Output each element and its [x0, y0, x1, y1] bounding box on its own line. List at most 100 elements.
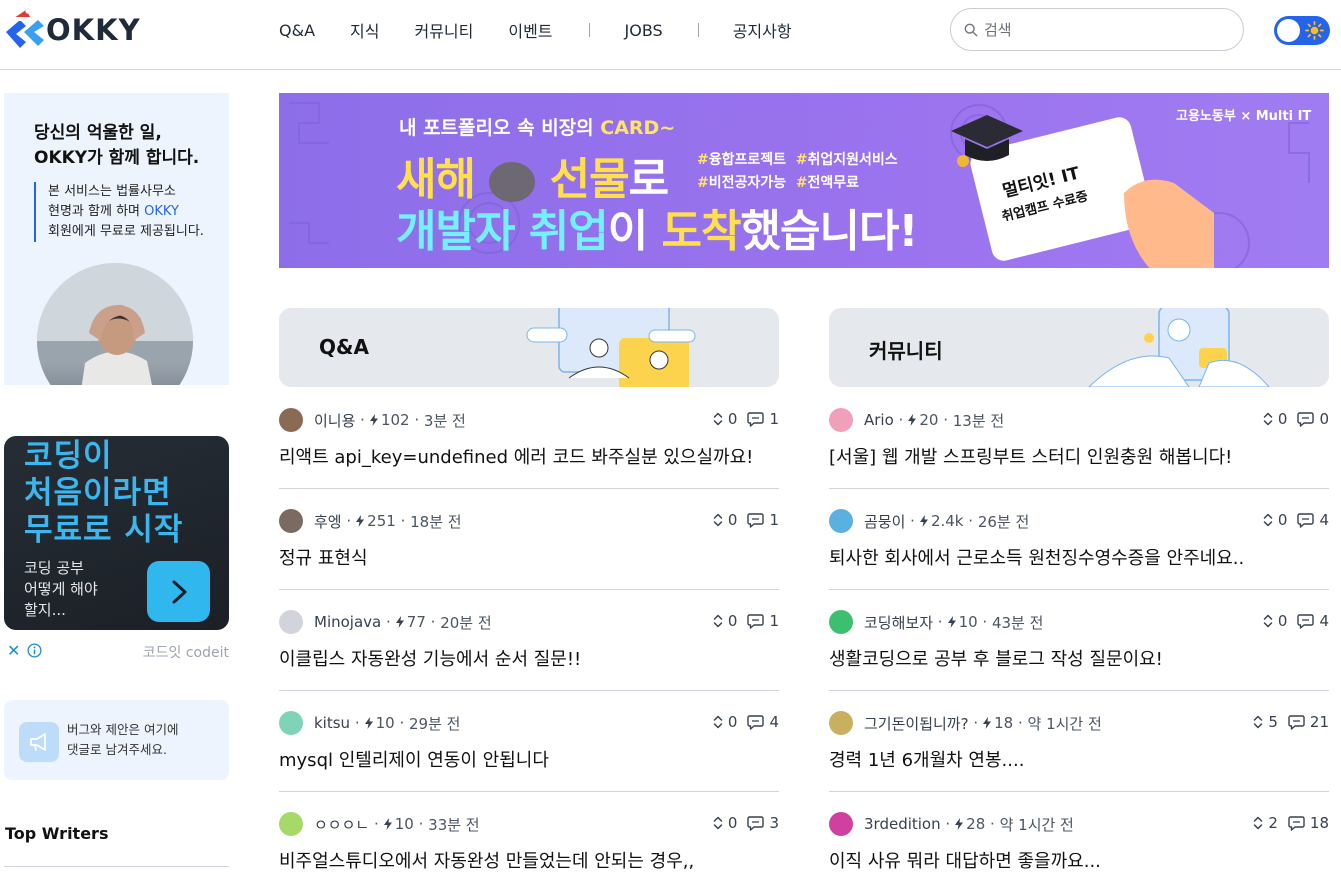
post-item[interactable]: 그기돈이됩니까? · 18 · 약 1시간 전 5 21 경력 1년 6개월차 … — [829, 691, 1329, 792]
codeit-ad[interactable]: 코딩이 처음이라면 무료로 시작 코딩 공부 어떻게 해야 할지... — [4, 436, 229, 630]
post-item[interactable]: 곰뭉이 · 2.4k · 26분 전 0 4 퇴사한 회사에서 근로소득 원천징… — [829, 489, 1329, 590]
ad-close-icon[interactable]: ✕ — [7, 641, 20, 660]
updown-arrow-icon — [713, 513, 723, 527]
graduation-cap-icon — [951, 115, 1023, 167]
theme-toggle[interactable] — [1274, 16, 1330, 45]
bolt-icon — [383, 818, 392, 830]
comment-count: 3 — [747, 814, 779, 832]
post-author[interactable]: kitsu — [314, 714, 350, 732]
comment-icon — [747, 815, 765, 831]
avatar[interactable] — [829, 509, 853, 533]
post-time: 29분 전 — [409, 714, 461, 733]
comment-icon — [1297, 411, 1315, 427]
avatar[interactable] — [829, 812, 853, 836]
post-item[interactable]: 이니용 · 102 · 3분 전 0 1 리액트 api_key=undefin… — [279, 388, 779, 489]
post-meta: 코딩해보자 · 10 · 43분 전 — [829, 610, 1043, 634]
main-nav: Q&A 지식 커뮤니티 이벤트 JOBS 공지사항 — [279, 18, 792, 42]
vote-count: 0 — [1263, 410, 1287, 428]
post-points: 10 — [958, 613, 978, 631]
ad-info-icon[interactable] — [27, 643, 42, 658]
megaphone-icon — [19, 722, 59, 762]
post-meta: Minojava · 77 · 20분 전 — [279, 610, 492, 634]
post-item[interactable]: 3rdedition · 28 · 약 1시간 전 2 18 이직 사유 뭐라 … — [829, 792, 1329, 878]
post-title[interactable]: 이직 사유 뭐라 대답하면 좋을까요... — [829, 847, 1101, 873]
post-author[interactable]: 코딩해보자 — [864, 612, 933, 633]
vote-count: 0 — [713, 814, 737, 832]
bolt-icon — [947, 616, 956, 628]
avatar[interactable] — [279, 812, 303, 836]
post-points: 10 — [375, 714, 395, 732]
nav-community[interactable]: 커뮤니티 — [414, 18, 473, 42]
post-author[interactable]: 3rdedition — [864, 815, 941, 833]
vote-count: 5 — [1253, 713, 1278, 731]
post-time: 43분 전 — [991, 613, 1044, 632]
post-author[interactable]: Ario — [864, 411, 894, 429]
post-author[interactable]: 후엥 — [314, 511, 342, 532]
nav-divider — [697, 23, 699, 37]
avatar[interactable] — [829, 610, 853, 634]
search-box[interactable] — [950, 8, 1244, 51]
post-title[interactable]: 정규 표현식 — [279, 544, 368, 570]
okky-logo[interactable]: OKKY — [4, 8, 141, 50]
post-meta: 후엥 · 251 · 18분 전 — [279, 509, 462, 533]
post-item[interactable]: 코딩해보자 · 10 · 43분 전 0 4 생활코딩으로 공부 후 블로그 작… — [829, 590, 1329, 691]
post-title[interactable]: 생활코딩으로 공부 후 블로그 작성 질문이요! — [829, 645, 1163, 671]
comment-count: 4 — [747, 713, 779, 731]
avatar[interactable] — [279, 509, 303, 533]
event-banner[interactable]: 내 포트폴리오 속 비장의 CARD~ 새해 선물로 개발자 취업이 도착했습니… — [279, 93, 1329, 268]
post-title[interactable]: 비주얼스튜디오에서 자동완성 만들었는데 안되는 경우,, — [279, 847, 694, 873]
comment-count: 1 — [747, 511, 779, 529]
hand-illustration — [1124, 179, 1214, 268]
search-input[interactable] — [984, 20, 1224, 39]
post-item[interactable]: Ario · 20 · 13분 전 0 0 [서울] 웹 개발 스프링부트 스터… — [829, 388, 1329, 489]
post-author[interactable]: ㅇㅇㅇㄴ — [314, 814, 369, 835]
avatar[interactable] — [279, 711, 303, 735]
feedback-box[interactable]: 버그와 제안은 여기에 댓글로 남겨주세요. — [4, 700, 229, 780]
post-points: 77 — [406, 613, 426, 631]
comment-count: 0 — [1297, 410, 1329, 428]
bolt-icon — [356, 515, 365, 527]
post-stats: 0 1 — [703, 410, 779, 428]
comment-icon — [1297, 613, 1315, 629]
comment-count: 21 — [1288, 713, 1329, 731]
post-points: 102 — [380, 411, 410, 429]
post-item[interactable]: Minojava · 77 · 20분 전 0 1 이클립스 자동완성 기능에서… — [279, 590, 779, 691]
updown-arrow-icon — [713, 614, 723, 628]
community-section-header[interactable]: 커뮤니티 — [829, 308, 1329, 387]
nav-qna[interactable]: Q&A — [279, 21, 315, 40]
post-title[interactable]: 리액트 api_key=undefined 에러 코드 봐주실분 있으실까요! — [279, 443, 753, 469]
post-stats: 0 4 — [1253, 612, 1329, 630]
avatar[interactable] — [829, 711, 853, 735]
vote-count: 0 — [713, 612, 737, 630]
post-author[interactable]: Minojava — [314, 613, 381, 631]
nav-event[interactable]: 이벤트 — [508, 18, 552, 42]
ad-brand-label: 코드잇 codeit — [142, 645, 229, 661]
vote-count: 0 — [1263, 612, 1287, 630]
avatar[interactable] — [279, 408, 303, 432]
post-stats: 0 3 — [703, 814, 779, 832]
post-item[interactable]: kitsu · 10 · 29분 전 0 4 mysql 인텔리제이 연동이 안… — [279, 691, 779, 792]
nav-knowledge[interactable]: 지식 — [350, 18, 379, 42]
nav-notice[interactable]: 공지사항 — [733, 18, 792, 42]
post-title[interactable]: 이클립스 자동완성 기능에서 순서 질문!! — [279, 645, 581, 671]
community-illustration — [1088, 308, 1270, 387]
post-title[interactable]: mysql 인텔리제이 연동이 안됩니다 — [279, 746, 549, 772]
avatar[interactable] — [829, 408, 853, 432]
post-title[interactable]: 경력 1년 6개월차 연봉.... — [829, 746, 1024, 772]
codeit-ad-go-button[interactable] — [147, 561, 210, 622]
post-author[interactable]: 곰뭉이 — [864, 511, 905, 532]
post-item[interactable]: 후엥 · 251 · 18분 전 0 1 정규 표현식 — [279, 489, 779, 590]
updown-arrow-icon — [1254, 715, 1263, 729]
legal-ad-title: 당신의 억울한 일, OKKY가 함께 합니다. — [34, 123, 200, 168]
post-item[interactable]: ㅇㅇㅇㄴ · 10 · 33분 전 0 3 비주얼스튜디오에서 자동완성 만들었… — [279, 792, 779, 878]
qna-section-header[interactable]: Q&A — [279, 308, 779, 387]
nav-jobs[interactable]: JOBS — [625, 21, 663, 40]
post-title[interactable]: [서울] 웹 개발 스프링부트 스터디 인원충원 해봅니다! — [829, 443, 1232, 469]
post-title[interactable]: 퇴사한 회사에서 근로소득 원천징수영수증을 안주네요.. — [829, 544, 1244, 570]
bolt-icon — [955, 818, 964, 830]
legal-service-ad[interactable]: 당신의 억울한 일, OKKY가 함께 합니다. 본 서비스는 법률사무소 현명… — [4, 93, 229, 385]
codeit-ad-subtext: 코딩 공부 어떻게 해야 할지... — [24, 559, 98, 619]
post-author[interactable]: 이니용 — [314, 410, 355, 431]
post-author[interactable]: 그기돈이됩니까? — [864, 713, 969, 734]
avatar[interactable] — [279, 610, 303, 634]
